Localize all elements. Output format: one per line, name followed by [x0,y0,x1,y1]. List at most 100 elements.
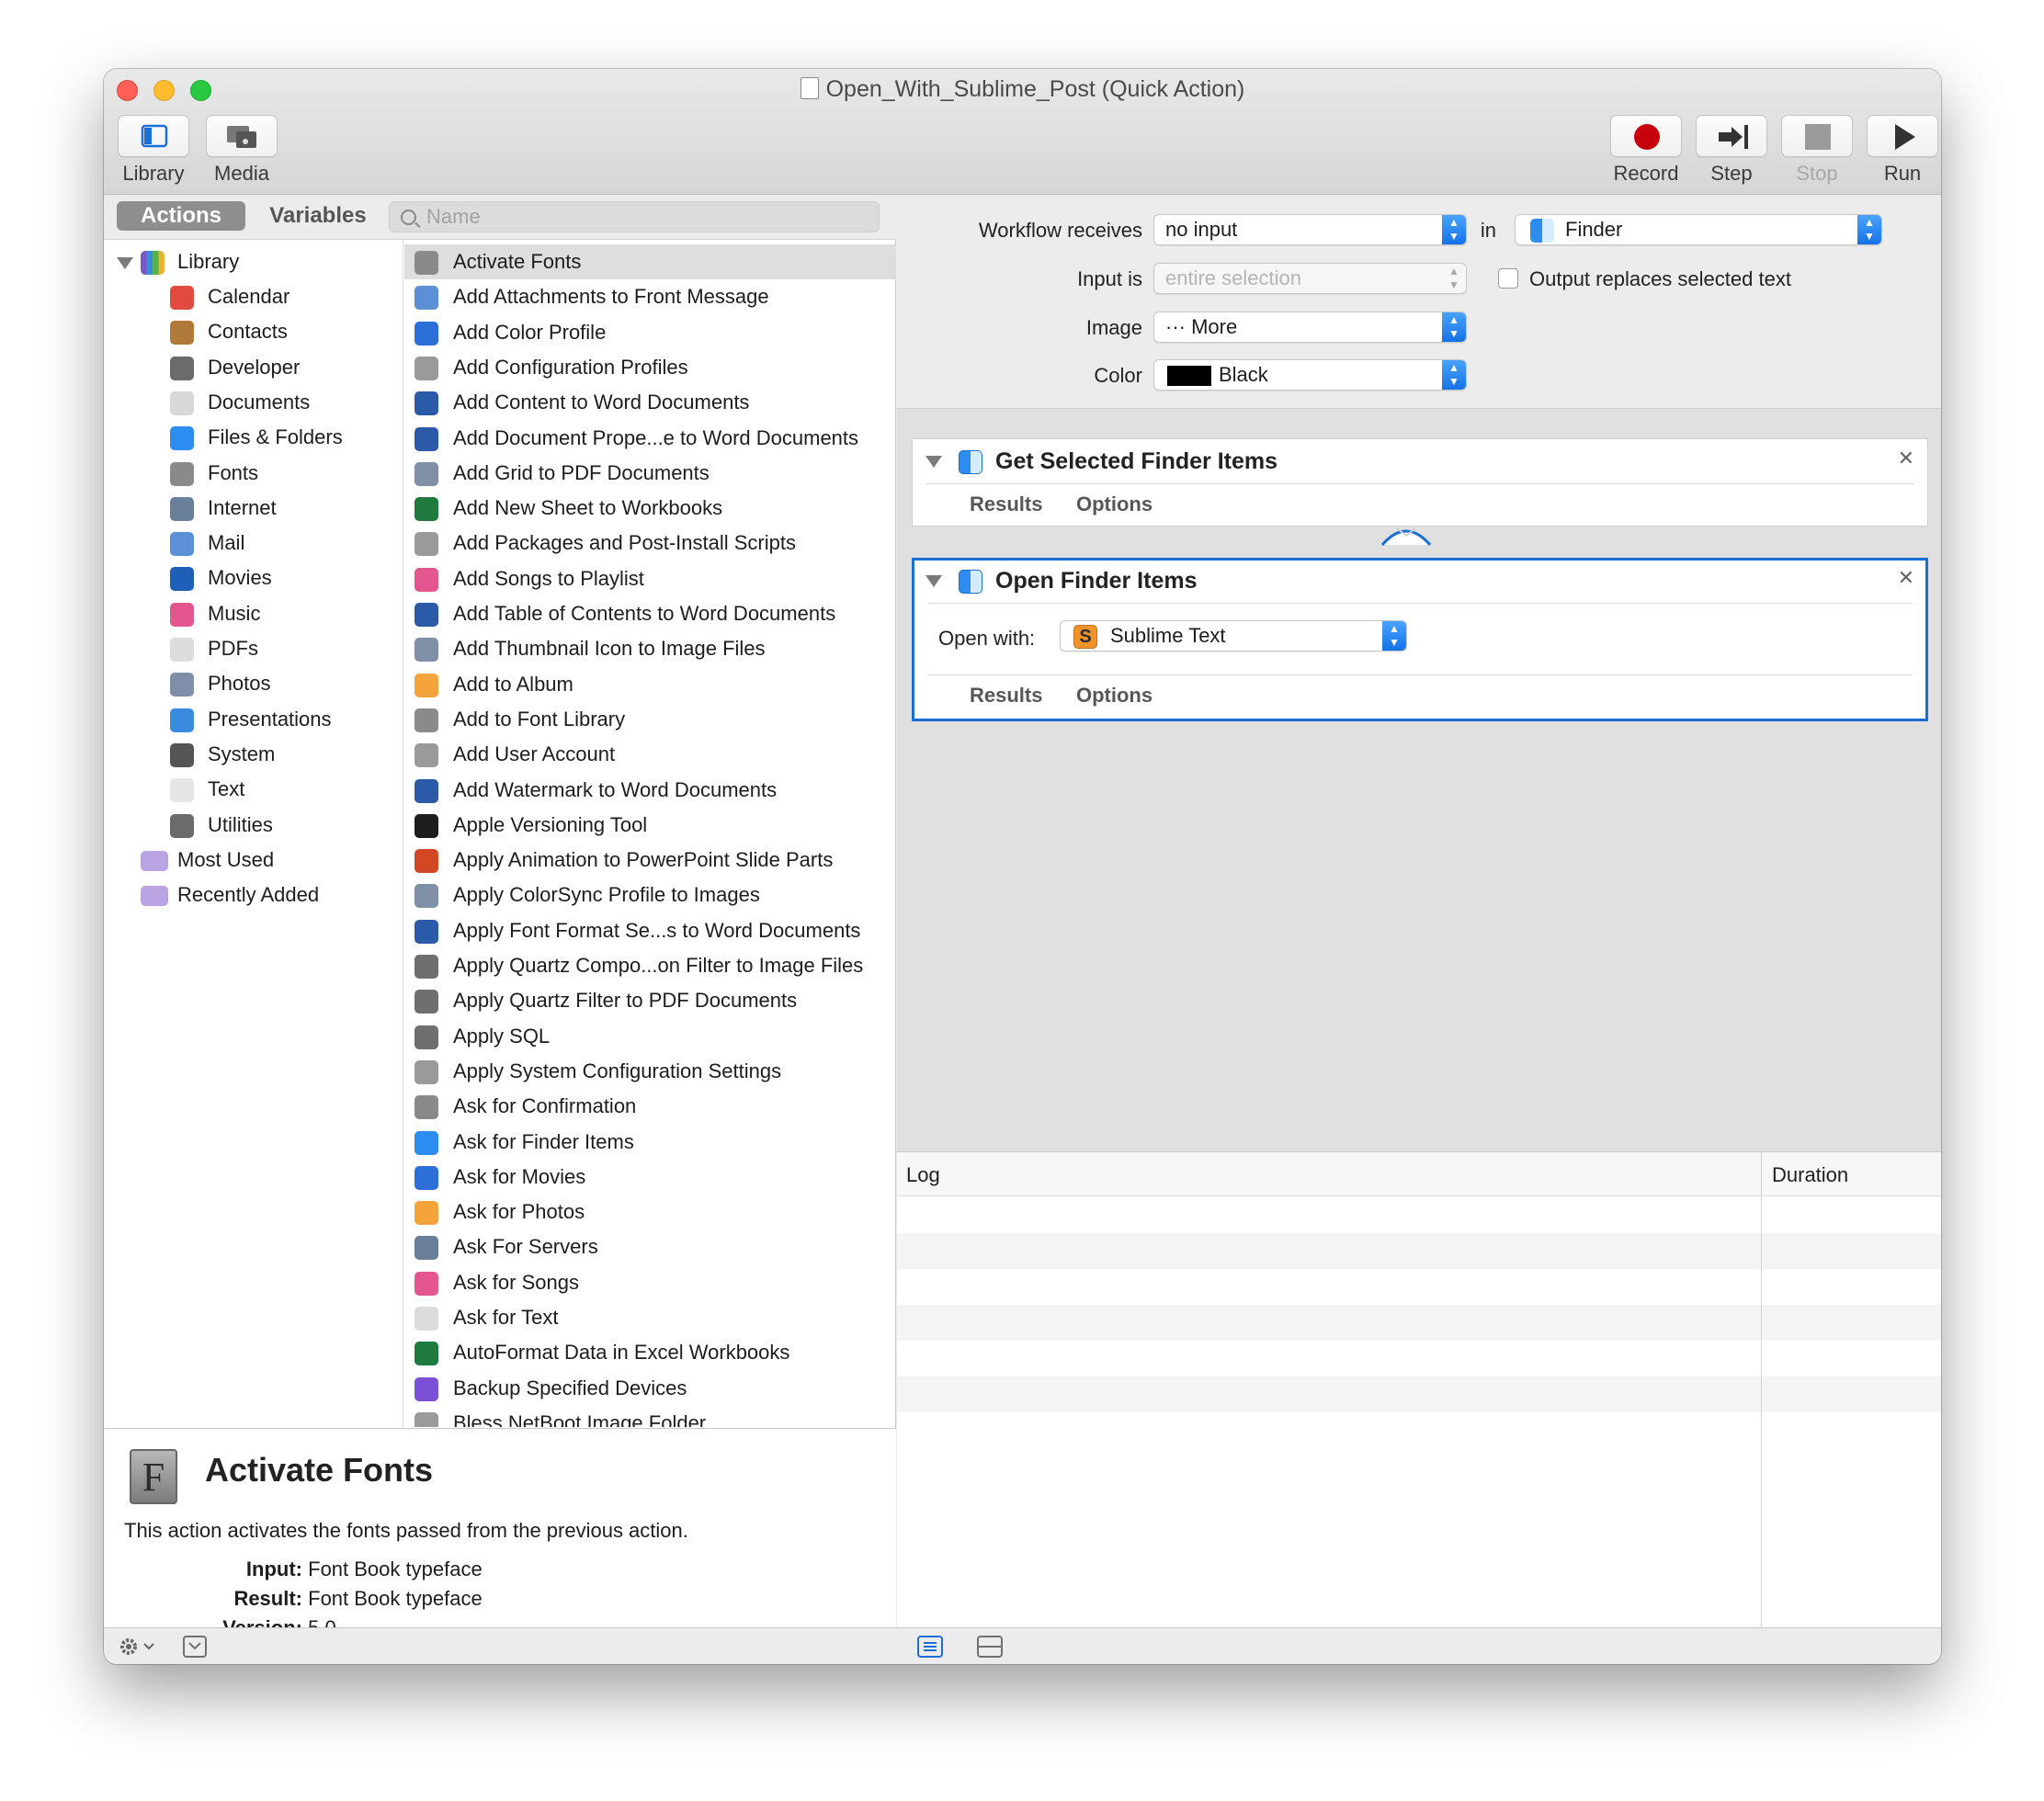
action-list-item[interactable]: Apply Animation to PowerPoint Slide Part… [404,843,896,878]
action-list-item[interactable]: Apply System Configuration Settings [404,1054,896,1089]
action-label: Add Grid to PDF Documents [453,460,710,484]
duration-column-header[interactable]: Duration [1772,1163,1848,1187]
close-icon[interactable]: ✕ [1898,566,1914,590]
open-with-popup[interactable]: S Sublime Text ▲ ▼ [1060,620,1407,651]
action-list-item[interactable]: Ask for Finder Items [404,1125,896,1160]
media-icon [227,126,256,148]
category-item[interactable]: Text [104,772,403,807]
action-list-item[interactable]: Add Attachments to Front Message [404,279,896,314]
action-list-item[interactable]: Apply Quartz Filter to PDF Documents [404,983,896,1018]
workflow-receives-popup[interactable]: no input ▲ ▼ [1153,214,1467,245]
category-item[interactable]: Movies [104,561,403,595]
search-input[interactable] [426,204,868,230]
category-item[interactable]: PDFs [104,631,403,666]
category-item[interactable]: Internet [104,491,403,526]
action-list-item[interactable]: Add Color Profile [404,315,896,350]
action-list-item[interactable]: Apply Quartz Compo...on Filter to Image … [404,948,896,983]
category-item[interactable]: Photos [104,666,403,701]
category-label: Library [177,250,240,273]
category-item[interactable]: System [104,737,403,772]
action-list-item[interactable]: Ask for Text [404,1300,896,1335]
category-item[interactable]: Music [104,596,403,631]
action-list-item[interactable]: Ask For Servers [404,1229,896,1264]
library-toggle-button[interactable] [118,115,189,157]
category-item[interactable]: Utilities [104,808,403,843]
action-list-item[interactable]: Add Songs to Playlist [404,561,896,596]
action-get-selected-finder-items[interactable]: Get Selected Finder Items ✕ Results Opti… [912,438,1928,527]
log-column-header[interactable]: Log [906,1163,940,1187]
stop-button[interactable] [1781,115,1853,157]
category-item[interactable]: Calendar [104,279,403,314]
list-view-icon[interactable] [917,1636,943,1658]
action-list[interactable]: Activate Fonts Add Attachments to Front M… [404,241,896,1427]
action-list-item[interactable]: Add Thumbnail Icon to Image Files [404,631,896,666]
chevron-updown-icon: ▲ ▼ [1442,312,1466,342]
image-popup[interactable]: ··· More ▲ ▼ [1153,311,1467,343]
gear-icon[interactable] [119,1636,159,1658]
input-is-popup[interactable]: entire selection ▲ ▼ [1153,263,1467,294]
action-icon [414,356,438,380]
action-list-item[interactable]: Add to Font Library [404,702,896,737]
action-list-item[interactable]: Apple Versioning Tool [404,808,896,843]
action-list-item[interactable]: Add User Account [404,737,896,772]
output-replaces-checkbox[interactable] [1498,268,1518,289]
collapse-triangle-icon[interactable] [925,456,942,468]
category-item[interactable]: Files & Folders [104,420,403,455]
action-list-item[interactable]: Add Packages and Post-Install Scripts [404,526,896,561]
action-list-item[interactable]: Add New Sheet to Workbooks [404,491,896,526]
record-button[interactable] [1610,115,1682,157]
search-field[interactable] [389,201,880,232]
category-item[interactable]: Contacts [104,314,403,349]
action-list-item[interactable]: Ask for Confirmation [404,1089,896,1124]
action-label: Apply SQL [453,1024,551,1048]
action-icon [414,1201,438,1226]
action-list-item[interactable]: Ask for Songs [404,1265,896,1300]
smart-group-item[interactable]: Recently Added [104,878,403,912]
media-button[interactable] [206,115,278,157]
close-icon[interactable]: ✕ [1898,447,1914,470]
action-list-item[interactable]: Ask for Photos [404,1195,896,1229]
tab-variables[interactable]: Variables [258,201,378,231]
action-list-item[interactable]: Apply Font Format Se...s to Word Documen… [404,913,896,948]
workflow-receives-value: no input [1165,218,1238,241]
options-tab[interactable]: Options [1076,493,1153,516]
category-item[interactable]: Documents [104,385,403,420]
action-list-item[interactable]: Apply SQL [404,1019,896,1054]
category-item[interactable]: Developer [104,350,403,385]
action-icon [414,673,438,697]
action-list-item[interactable]: Add Content to Word Documents [404,385,896,420]
action-list-item[interactable]: Backup Specified Devices [404,1371,896,1406]
options-tab[interactable]: Options [1076,684,1153,708]
action-list-item[interactable]: Ask for Movies [404,1160,896,1195]
action-list-item[interactable]: Add Document Prope...e to Word Documents [404,421,896,456]
category-item[interactable]: Mail [104,526,403,561]
chevron-updown-icon: ▲ ▼ [1448,265,1459,291]
action-list-item[interactable]: Add Watermark to Word Documents [404,773,896,808]
category-library[interactable]: Library [104,244,403,279]
action-list-item[interactable]: Add Table of Contents to Word Documents [404,596,896,631]
action-list-item[interactable]: Add Configuration Profiles [404,350,896,385]
tab-actions[interactable]: Actions [117,201,245,231]
results-tab[interactable]: Results [970,493,1042,516]
action-list-item[interactable]: Add Grid to PDF Documents [404,456,896,491]
action-list-item[interactable]: Apply ColorSync Profile to Images [404,878,896,912]
category-item[interactable]: Fonts [104,456,403,491]
action-list-item[interactable]: Bless NetBoot Image Folder [404,1406,896,1427]
collapse-triangle-icon[interactable] [925,575,942,587]
step-button[interactable] [1696,115,1767,157]
action-icon [414,708,438,732]
action-list-item[interactable]: Add to Album [404,667,896,702]
category-list[interactable]: Library Calendar Contacts Developer Documen… [104,241,403,1427]
results-tab[interactable]: Results [970,684,1042,708]
description-toggle-icon[interactable] [183,1636,207,1658]
action-list-item[interactable]: Activate Fonts [404,244,896,279]
smart-group-item[interactable]: Most Used [104,843,403,878]
disclosure-triangle-icon[interactable] [117,257,133,269]
run-button[interactable] [1867,115,1938,157]
split-view-icon[interactable] [977,1636,1003,1658]
action-list-item[interactable]: AutoFormat Data in Excel Workbooks [404,1335,896,1370]
category-item[interactable]: Presentations [104,702,403,737]
application-popup[interactable]: Finder ▲ ▼ [1515,214,1882,245]
action-open-finder-items[interactable]: Open Finder Items ✕ Open with: S Sublime … [912,558,1928,721]
color-popup[interactable]: Black ▲ ▼ [1153,359,1467,391]
